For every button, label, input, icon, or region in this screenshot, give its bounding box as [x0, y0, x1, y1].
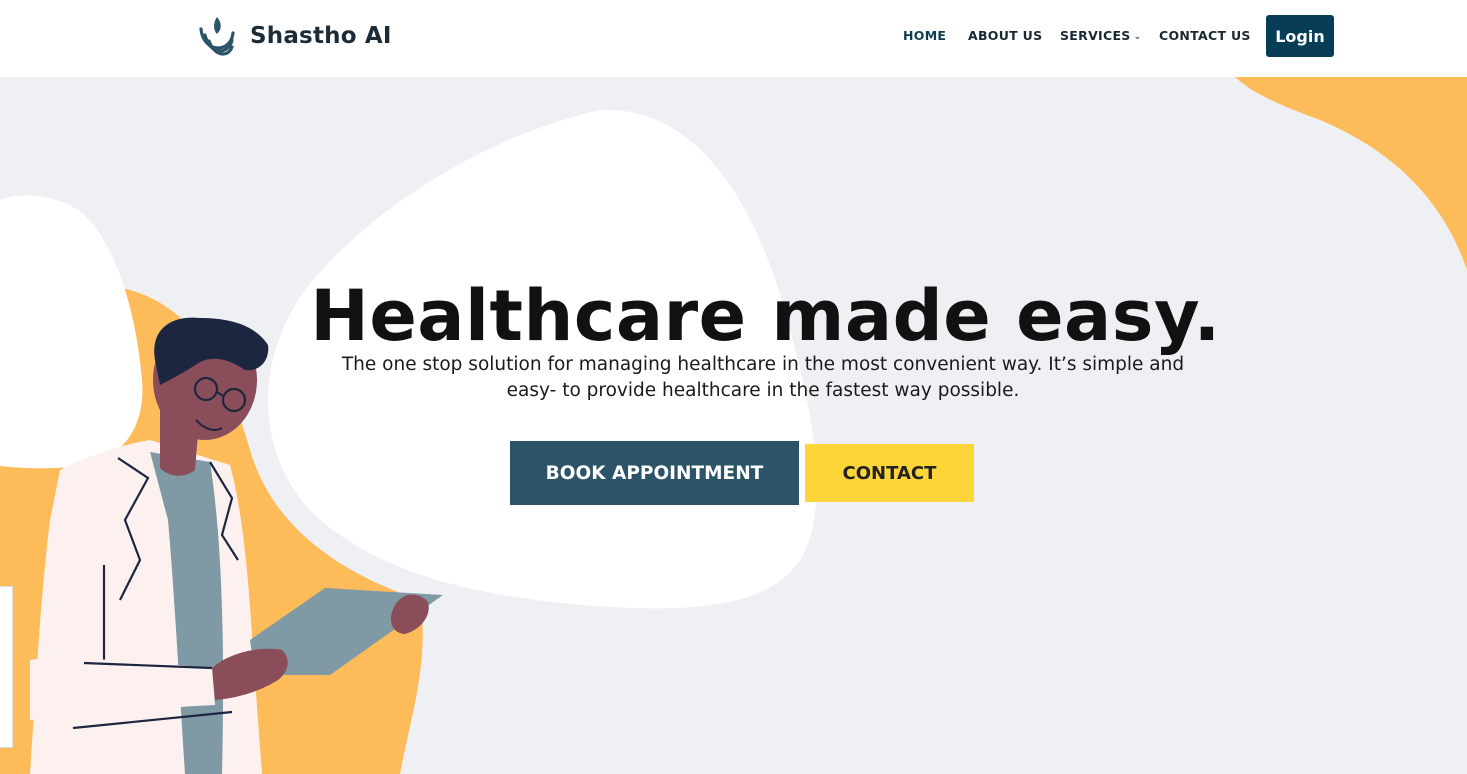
contact-button[interactable]: CONTACT	[805, 444, 974, 502]
hero-subtitle: The one stop solution for managing healt…	[341, 354, 1185, 401]
chevron-down-icon: ⌄	[1133, 32, 1142, 42]
top-navigation-bar: Shastho AI HOME ABOUT US SERVICES ⌄ CONTA…	[0, 0, 1467, 77]
book-appointment-button[interactable]: BOOK APPOINTMENT	[510, 441, 799, 505]
logo-icon	[198, 15, 236, 57]
brand[interactable]: Shastho AI	[198, 15, 392, 57]
nav-contact-us[interactable]: CONTACT US	[1159, 28, 1251, 43]
nav-home[interactable]: HOME	[903, 28, 946, 43]
nav-services[interactable]: SERVICES ⌄	[1060, 28, 1141, 43]
hero-background	[0, 77, 1467, 774]
login-button[interactable]: Login	[1266, 15, 1334, 57]
brand-name: Shastho AI	[250, 23, 392, 49]
side-feedback-tab[interactable]	[0, 586, 13, 748]
nav-about-us[interactable]: ABOUT US	[968, 28, 1042, 43]
hero-title: Healthcare made easy.	[310, 275, 1221, 357]
nav-services-label: SERVICES	[1060, 28, 1131, 43]
